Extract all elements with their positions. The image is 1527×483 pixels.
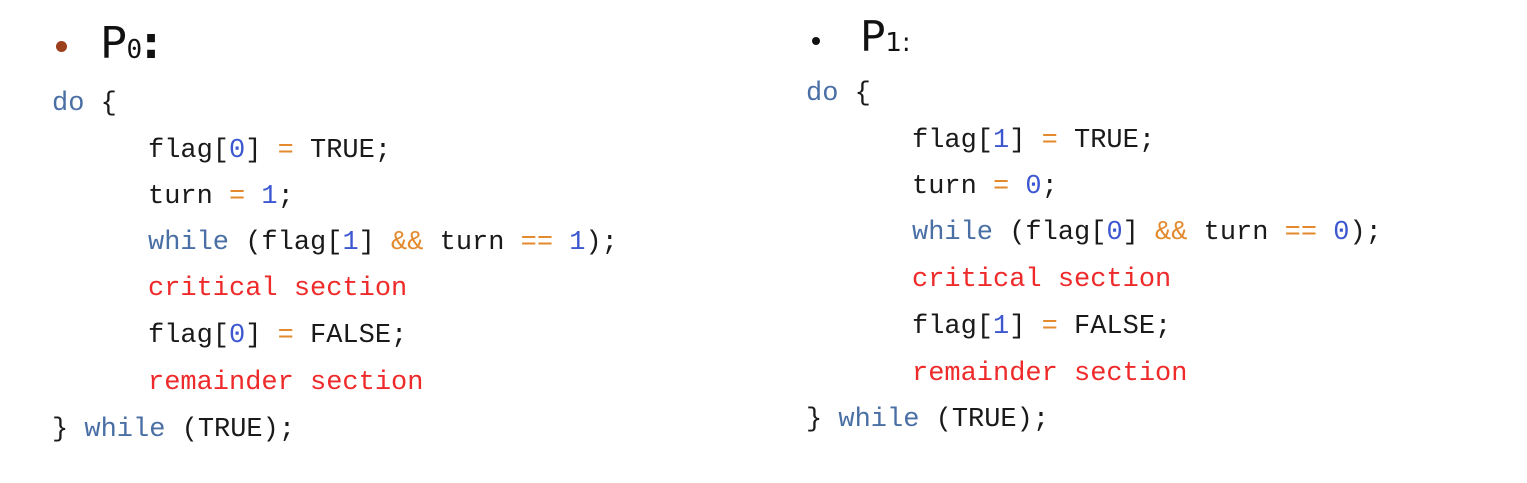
code-line-do: do {: [806, 79, 871, 109]
code-line-turn: turn = 1;: [148, 182, 294, 212]
code-line-while-true: } while (TRUE);: [806, 405, 1050, 435]
code-line-critical-section: critical section: [912, 265, 1172, 295]
code-line-do: do {: [52, 89, 117, 119]
code-line-flag-set: flag[0] = TRUE;: [148, 136, 392, 166]
code-line-flag-set: flag[1] = TRUE;: [912, 126, 1156, 156]
code-line-flag-clear: flag[1] = FALSE;: [912, 312, 1172, 342]
code-line-remainder-section: remainder section: [148, 368, 424, 398]
code-line-while-wait: while (flag[0] && turn == 0);: [912, 218, 1382, 248]
code-line-while-true: } while (TRUE);: [52, 415, 296, 445]
code-line-turn: turn = 0;: [912, 172, 1058, 202]
code-line-while-wait: while (flag[1] && turn == 1);: [148, 228, 618, 258]
code-line-critical-section: critical section: [148, 274, 408, 304]
p1-code-block: do { flag[1] = TRUE; turn = 0; while (fl…: [806, 0, 1382, 459]
heading-colon: :: [901, 28, 911, 58]
p0-code-block: do { flag[0] = TRUE; turn = 1; while (fl…: [52, 0, 618, 459]
heading-subscript: 0: [126, 35, 143, 65]
heading-colon: :: [142, 18, 160, 69]
code-line-flag-clear: flag[0] = FALSE;: [148, 321, 408, 351]
code-line-remainder-section: remainder section: [912, 359, 1188, 389]
heading-subscript: 1: [885, 28, 902, 58]
